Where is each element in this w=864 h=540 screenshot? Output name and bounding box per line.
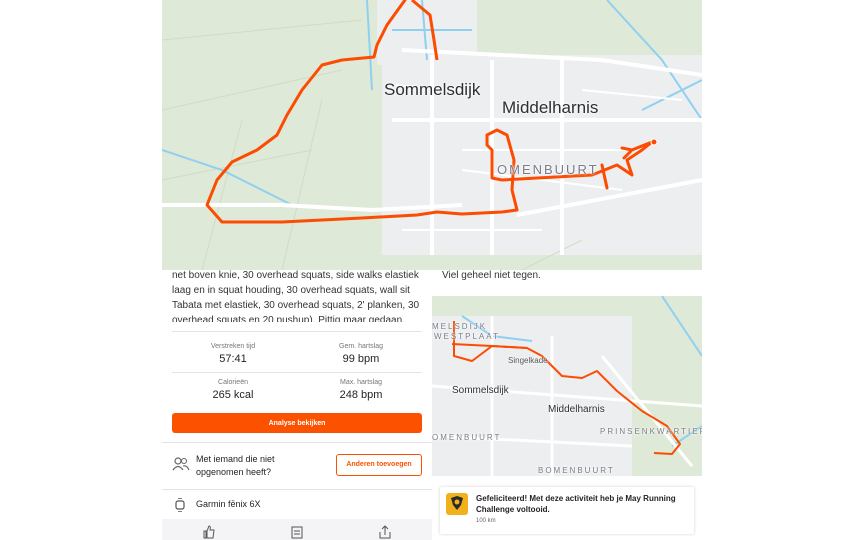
map-canvas-top — [162, 0, 702, 270]
map-label-westplaat: WESTPLAAT — [434, 332, 500, 341]
activity-map-top[interactable]: Sommelsdijk Middelharnis OMENBUURT — [162, 0, 702, 270]
stat-moving-time: Verstreken tijd 57:41 — [172, 343, 294, 365]
map-label-middelharnis-2: Middelharnis — [548, 404, 605, 415]
achievement-subtitle: 100 km — [476, 518, 496, 524]
map-label-middelharnis: Middelharnis — [502, 98, 599, 117]
trophy-badge-icon — [446, 493, 468, 515]
map-label-melsdijk: MELSDIJK — [432, 322, 488, 331]
invite-section: Met iemand die niet opgenomen heeft? And… — [172, 450, 424, 484]
divider — [162, 489, 432, 490]
stat-value: 265 kcal — [212, 389, 254, 401]
map-label-district: OMENBUURT — [497, 162, 599, 177]
activity-description-right: Viel geheel niet tegen. — [442, 270, 541, 281]
activity-description: net boven knie, 30 overhead squats, side… — [172, 270, 420, 322]
users-icon — [172, 457, 190, 471]
stat-label: Verstreken tijd — [210, 343, 256, 350]
map-label-sommelsdijk-2: Sommelsdijk — [452, 385, 509, 396]
stat-max-hr: Max. hartslag 248 bpm — [300, 379, 422, 401]
action-bar — [162, 519, 432, 540]
achievement-card[interactable]: Gefeliciteerd! Met deze activiteit heb j… — [440, 487, 694, 534]
watch-icon — [175, 498, 185, 512]
device-name: Garmin fēnix 6X — [196, 499, 261, 509]
add-others-button[interactable]: Anderen toevoegen — [336, 454, 422, 476]
comment-icon[interactable] — [290, 525, 304, 539]
stat-label: Calorieën — [218, 379, 248, 386]
analyse-button[interactable]: Analyse bekijken — [172, 413, 422, 433]
share-icon[interactable] — [378, 525, 392, 539]
stat-label: Max. hartslag — [339, 379, 383, 386]
invite-text: Met iemand die niet opgenomen heeft? — [196, 454, 275, 477]
map-label-omenbuurt: OMENBUURT — [432, 433, 502, 442]
divider — [172, 372, 422, 373]
thumbs-up-icon[interactable] — [202, 525, 216, 539]
achievement-title: Gefeliciteerd! Met deze activiteit heb j… — [476, 494, 676, 514]
divider — [172, 331, 422, 332]
stat-value: 248 bpm — [339, 389, 383, 401]
map-label-bomenbuurt: BOMENBUURT — [538, 466, 615, 475]
map-label-sommelsdijk: Sommelsdijk — [384, 80, 481, 99]
device-row: Garmin fēnix 6X — [172, 497, 422, 513]
stats-grid: Verstreken tijd 57:41 Gem. hartslag 99 b… — [172, 337, 422, 407]
stat-value: 57:41 — [219, 353, 247, 365]
stat-calories: Calorieën 265 kcal — [172, 379, 294, 401]
map-label-prinsenkwartier: PRINSENKWARTIER — [600, 427, 702, 436]
stat-value: 99 bpm — [342, 353, 380, 365]
map-label-singelkade: Singelkade — [508, 356, 548, 365]
activity-map-second[interactable]: MELSDIJK WESTPLAAT Singelkade Sommelsdij… — [432, 296, 702, 476]
stat-label: Gem. hartslag — [339, 343, 383, 350]
stat-avg-hr: Gem. hartslag 99 bpm — [300, 343, 422, 365]
divider — [162, 442, 432, 443]
